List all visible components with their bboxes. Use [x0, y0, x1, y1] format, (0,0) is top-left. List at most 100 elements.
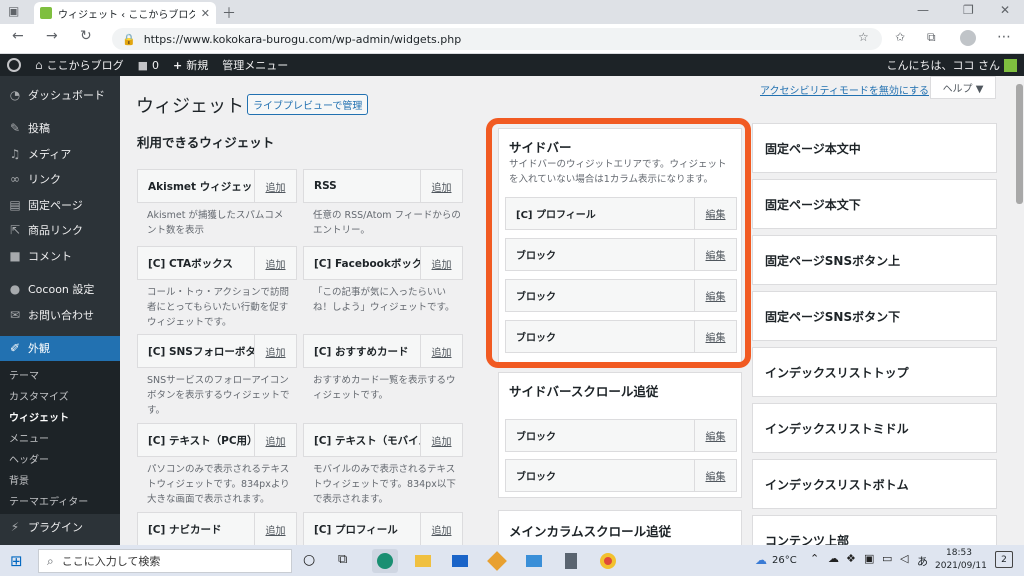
- sidebar-item-links[interactable]: ∞ リンク: [0, 167, 120, 193]
- add-widget-link[interactable]: 追加: [254, 335, 296, 367]
- submenu-theme-editor[interactable]: テーマエディター: [0, 490, 120, 511]
- comments-link[interactable]: ■ 0: [131, 54, 166, 76]
- submenu-customize[interactable]: カスタマイズ: [0, 385, 120, 406]
- widget-area-right[interactable]: インデックスリストトップ: [752, 347, 997, 397]
- sidebar-item-plugins[interactable]: ⚡ プラグイン: [0, 514, 120, 540]
- add-widget-link[interactable]: 追加: [254, 170, 296, 202]
- sidebar-widget[interactable]: ブロック 編集: [505, 419, 737, 452]
- tray-app-icon[interactable]: ▣: [864, 552, 874, 565]
- site-name-link[interactable]: ⌂ ここからブログ: [28, 54, 131, 76]
- manage-menu-link[interactable]: 管理メニュー: [215, 54, 295, 76]
- widget-area-title[interactable]: サイドバースクロール追従: [509, 381, 658, 400]
- wp-logo[interactable]: [0, 54, 28, 76]
- weather-icon[interactable]: ☁: [755, 553, 767, 567]
- sidebar-item-cocoon[interactable]: ● Cocoon 設定: [0, 277, 120, 303]
- calculator-icon[interactable]: [558, 549, 584, 573]
- sidebar-item-comments[interactable]: ■ コメント: [0, 243, 120, 269]
- sidebar-widget[interactable]: ブロック 編集: [505, 459, 737, 492]
- widget-area-right[interactable]: 固定ページSNSボタン下: [752, 291, 997, 341]
- minimize-icon[interactable]: —: [917, 3, 929, 17]
- sidebar-item-contact[interactable]: ✉ お問い合わせ: [0, 302, 120, 328]
- refresh-icon[interactable]: ↻: [80, 28, 92, 44]
- file-explorer-icon[interactable]: [410, 549, 436, 573]
- widget-area-right[interactable]: インデックスリストボトム: [752, 459, 997, 509]
- widget-area-right[interactable]: 固定ページ本文下: [752, 179, 997, 229]
- close-window-icon[interactable]: ✕: [1000, 3, 1010, 17]
- maximize-icon[interactable]: ❐: [963, 3, 974, 17]
- add-widget-link[interactable]: 追加: [420, 247, 462, 279]
- sidebar-item-pages[interactable]: ▤ 固定ページ: [0, 192, 120, 218]
- add-widget-link[interactable]: 追加: [254, 424, 296, 456]
- available-widget[interactable]: RSS 追加: [303, 169, 463, 203]
- edge-icon[interactable]: [372, 549, 398, 573]
- submenu-header[interactable]: ヘッダー: [0, 448, 120, 469]
- available-widget[interactable]: [C] Facebookボックス追加: [303, 246, 463, 280]
- widget-area-title[interactable]: メインカラムスクロール追従: [509, 521, 671, 540]
- available-widget[interactable]: [C] CTAボックス 追加: [137, 246, 297, 280]
- paint-icon[interactable]: [484, 549, 510, 573]
- add-widget-link[interactable]: 追加: [420, 513, 462, 545]
- scrollbar-thumb[interactable]: [1016, 84, 1023, 204]
- available-widget[interactable]: [C] ナビカード 追加: [137, 512, 297, 545]
- sidebar-item-dashboard[interactable]: ◔ ダッシュボード: [0, 82, 120, 108]
- cortana-icon[interactable]: ○: [303, 552, 315, 568]
- new-content-link[interactable]: + 新規: [166, 54, 215, 76]
- edit-link[interactable]: 編集: [694, 460, 736, 491]
- submenu-widgets[interactable]: ウィジェット: [0, 406, 120, 427]
- add-widget-link[interactable]: 追加: [420, 170, 462, 202]
- sidebar-item-media[interactable]: ♫ メディア: [0, 141, 120, 167]
- clock-time[interactable]: 18:53: [946, 548, 972, 558]
- app-icon[interactable]: [521, 549, 547, 573]
- clock-date[interactable]: 2021/09/11: [935, 561, 987, 571]
- widget-area-right[interactable]: コンテンツ上部: [752, 515, 997, 545]
- dropbox-icon[interactable]: ❖: [846, 552, 856, 565]
- notification-center-icon[interactable]: 2: [995, 551, 1013, 568]
- weather-temp[interactable]: 26°C: [772, 555, 797, 566]
- task-view-icon[interactable]: ⧉: [338, 552, 347, 567]
- widget-area-right[interactable]: 固定ページSNSボタン上: [752, 235, 997, 285]
- browser-tab[interactable]: ウィジェット ‹ ここからブログ — WordP ✕: [34, 2, 216, 24]
- available-widget[interactable]: [C] テキスト（PC用） 追加: [137, 423, 297, 457]
- chrome-icon[interactable]: [595, 549, 621, 573]
- add-widget-link[interactable]: 追加: [420, 335, 462, 367]
- add-widget-link[interactable]: 追加: [254, 247, 296, 279]
- new-tab-icon[interactable]: ＋: [222, 3, 236, 23]
- sidebar-item-product-links[interactable]: ⇱ 商品リンク: [0, 218, 120, 244]
- available-widget[interactable]: Akismet ウィジェット 追加: [137, 169, 297, 203]
- accessibility-mode-link[interactable]: アクセシビリティモードを無効にする: [760, 82, 929, 97]
- network-icon[interactable]: ▭: [882, 552, 892, 565]
- add-widget-link[interactable]: 追加: [420, 424, 462, 456]
- widget-area-right[interactable]: インデックスリストミドル: [752, 403, 997, 453]
- url-field[interactable]: 🔒 https://www.kokokara-burogu.com/wp-adm…: [112, 28, 882, 50]
- submenu-menus[interactable]: メニュー: [0, 427, 120, 448]
- available-widget[interactable]: [C] おすすめカード 追加: [303, 334, 463, 368]
- favorite-star-icon[interactable]: ☆: [858, 30, 869, 44]
- page-scrollbar[interactable]: [1015, 76, 1024, 545]
- add-widget-link[interactable]: 追加: [254, 513, 296, 545]
- extensions-icon[interactable]: ⧉: [927, 30, 936, 45]
- submenu-background[interactable]: 背景: [0, 469, 120, 490]
- close-tab-icon[interactable]: ✕: [201, 7, 210, 20]
- onedrive-icon[interactable]: ☁: [828, 552, 839, 565]
- tab-actions-icon[interactable]: ▣: [8, 4, 19, 18]
- ime-indicator[interactable]: あ: [917, 553, 928, 569]
- sidebar-item-appearance[interactable]: ✐ 外観: [0, 335, 120, 361]
- windows-start-icon[interactable]: ⊞: [10, 552, 23, 570]
- submenu-themes[interactable]: テーマ: [0, 364, 120, 385]
- available-widget[interactable]: [C] SNSフォローボタン追加: [137, 334, 297, 368]
- widget-area-right[interactable]: 固定ページ本文中: [752, 123, 997, 173]
- forward-icon[interactable]: →: [46, 28, 58, 44]
- taskbar-search-box[interactable]: ⌕ ここに入力して検索: [38, 549, 292, 573]
- collections-icon[interactable]: ✩: [895, 30, 905, 44]
- back-icon[interactable]: ←: [12, 28, 24, 44]
- sidebar-item-posts[interactable]: ✎ 投稿: [0, 116, 120, 142]
- available-widget[interactable]: [C] プロフィール 追加: [303, 512, 463, 545]
- available-widget[interactable]: [C] テキスト（モバイル用）追加: [303, 423, 463, 457]
- more-menu-icon[interactable]: ⋯: [997, 29, 1011, 45]
- mail-app-icon[interactable]: [447, 549, 473, 573]
- account-menu[interactable]: こんにちは、ココ さん: [880, 54, 1024, 76]
- volume-icon[interactable]: ◁: [900, 552, 908, 565]
- tray-expand-icon[interactable]: ⌃: [810, 552, 819, 565]
- live-preview-button[interactable]: ライブプレビューで管理: [247, 94, 369, 115]
- edit-link[interactable]: 編集: [694, 420, 736, 451]
